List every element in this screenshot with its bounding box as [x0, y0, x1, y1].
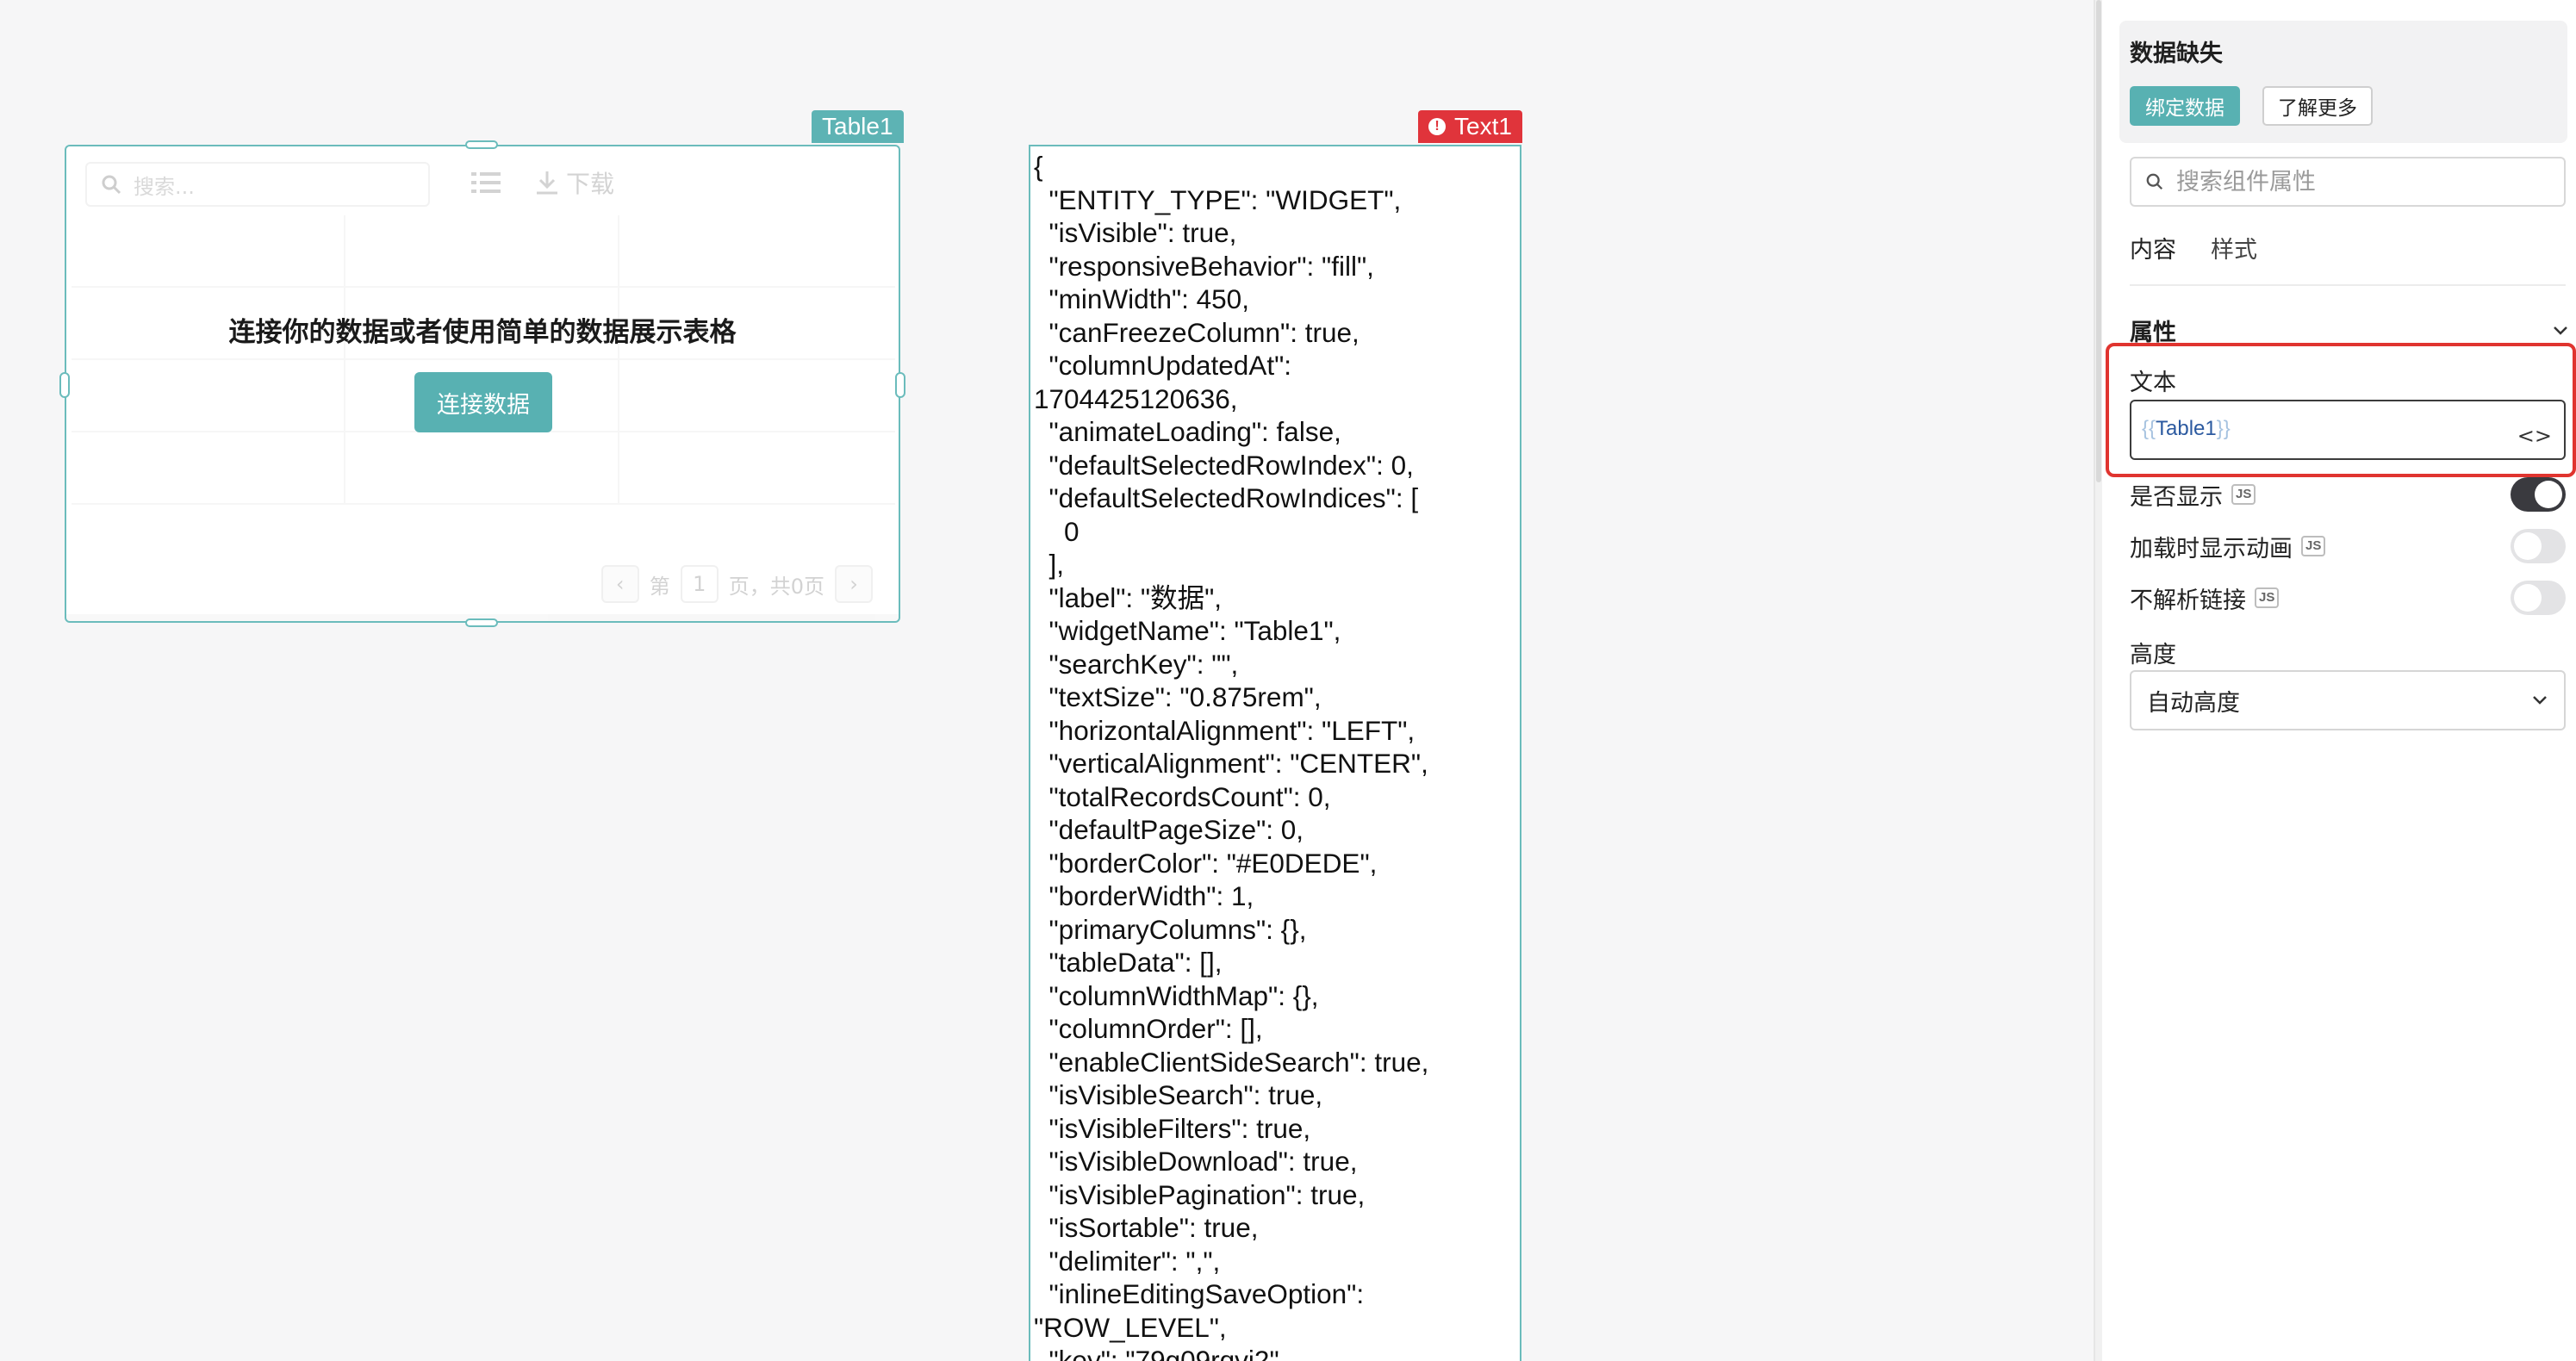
property-tabs: 内容 样式: [2130, 231, 2257, 278]
resize-handle-bottom[interactable]: [465, 618, 498, 627]
editor-canvas[interactable]: Table1 搜索... 下载 ‹ 第 1 页，共0页 › 连接你的数据或者使用…: [10, 0, 2023, 1361]
toggle-row-animate-loading: 加载时显示动画 JS: [2130, 527, 2566, 565]
chevron-right-icon: ›: [835, 565, 873, 603]
download-icon: [537, 171, 557, 195]
panel-scrollbar-thumb[interactable]: [2096, 0, 2101, 482]
panel-scrollbar[interactable]: [2095, 0, 2102, 1361]
toggle-row-disable-link: 不解析链接 JS: [2130, 579, 2566, 617]
app-root: Table1 搜索... 下载 ‹ 第 1 页，共0页 › 连接你的数据或者使用…: [0, 0, 2576, 1361]
pager-page-number: 1: [680, 565, 719, 603]
text-binding-editor[interactable]: {{Table1}} <>: [2130, 400, 2566, 460]
learn-more-button[interactable]: 了解更多: [2262, 86, 2373, 126]
search-icon: [102, 175, 121, 195]
js-toggle-badge[interactable]: JS: [2301, 536, 2326, 556]
disable-link-switch[interactable]: [2511, 581, 2566, 615]
js-toggle-badge[interactable]: JS: [2255, 587, 2280, 608]
table-widget-name-tag[interactable]: Table1: [812, 110, 904, 143]
text-widget-content: { "ENTITY_TYPE": "WIDGET", "isVisible": …: [1034, 151, 1429, 1361]
text-widget-tag-label: Text1: [1454, 113, 1512, 140]
filter-icon: [471, 172, 501, 193]
table-search-placeholder: 搜索...: [134, 174, 195, 199]
table-pagination: ‹ 第 1 页，共0页 ›: [600, 565, 873, 603]
pager-prefix: 第: [649, 574, 670, 599]
search-icon: [2146, 173, 2163, 190]
table-search-box: 搜索...: [85, 162, 430, 207]
resize-handle-top[interactable]: [465, 140, 498, 149]
resize-handle-left[interactable]: [59, 372, 70, 398]
toggle-visible-label: 是否显示: [2130, 483, 2223, 511]
missing-data-title: 数据缺失: [2130, 40, 2223, 67]
connect-data-button[interactable]: 连接数据: [414, 372, 552, 432]
chevron-left-icon: ‹: [600, 565, 639, 603]
property-search-box[interactable]: [2130, 157, 2566, 207]
text-binding-value[interactable]: {{Table1}}: [2142, 417, 2231, 441]
text-widget[interactable]: { "ENTITY_TYPE": "WIDGET", "isVisible": …: [1029, 145, 1521, 1361]
property-pane: 数据缺失 绑定数据 了解更多 内容 样式 属性 文本 {{Table1}}: [2094, 0, 2576, 1361]
table-widget[interactable]: 搜索... 下载 ‹ 第 1 页，共0页 › 连接你的数据或者使用简单的数据展示…: [65, 145, 900, 623]
table-toolbar: 下载: [471, 165, 614, 200]
tab-content[interactable]: 内容: [2130, 231, 2176, 278]
height-select-value: 自动高度: [2147, 689, 2240, 717]
height-select[interactable]: 自动高度: [2130, 670, 2566, 730]
table-download: 下载: [535, 165, 614, 200]
chevron-down-icon: [2533, 696, 2547, 705]
table-empty-message: 连接你的数据或者使用简单的数据展示表格: [228, 317, 737, 348]
bind-data-button[interactable]: 绑定数据: [2130, 86, 2240, 126]
error-icon: !: [1428, 118, 1446, 135]
text-field-label: 文本: [2130, 370, 2176, 396]
height-label: 高度: [2130, 642, 2176, 668]
table-download-label: 下载: [566, 170, 615, 198]
code-toggle-icon[interactable]: <>: [2517, 424, 2552, 448]
toggle-disable-link-label: 不解析链接: [2130, 587, 2246, 614]
property-search-input[interactable]: [2176, 168, 2538, 196]
pager-suffix: 页，共0页: [728, 574, 824, 599]
text-widget-name-tag[interactable]: ! Text1: [1418, 110, 1522, 143]
tab-style[interactable]: 样式: [2211, 231, 2257, 278]
toggle-animate-loading-label: 加载时显示动画: [2130, 535, 2293, 562]
chevron-down-icon: [2554, 326, 2567, 335]
resize-handle-right[interactable]: [895, 372, 905, 398]
visible-switch[interactable]: [2511, 477, 2566, 512]
animate-loading-switch[interactable]: [2511, 529, 2566, 563]
toggle-row-visible: 是否显示 JS: [2130, 475, 2566, 513]
js-toggle-badge[interactable]: JS: [2231, 484, 2256, 505]
missing-data-card: 数据缺失 绑定数据 了解更多: [2119, 21, 2567, 143]
